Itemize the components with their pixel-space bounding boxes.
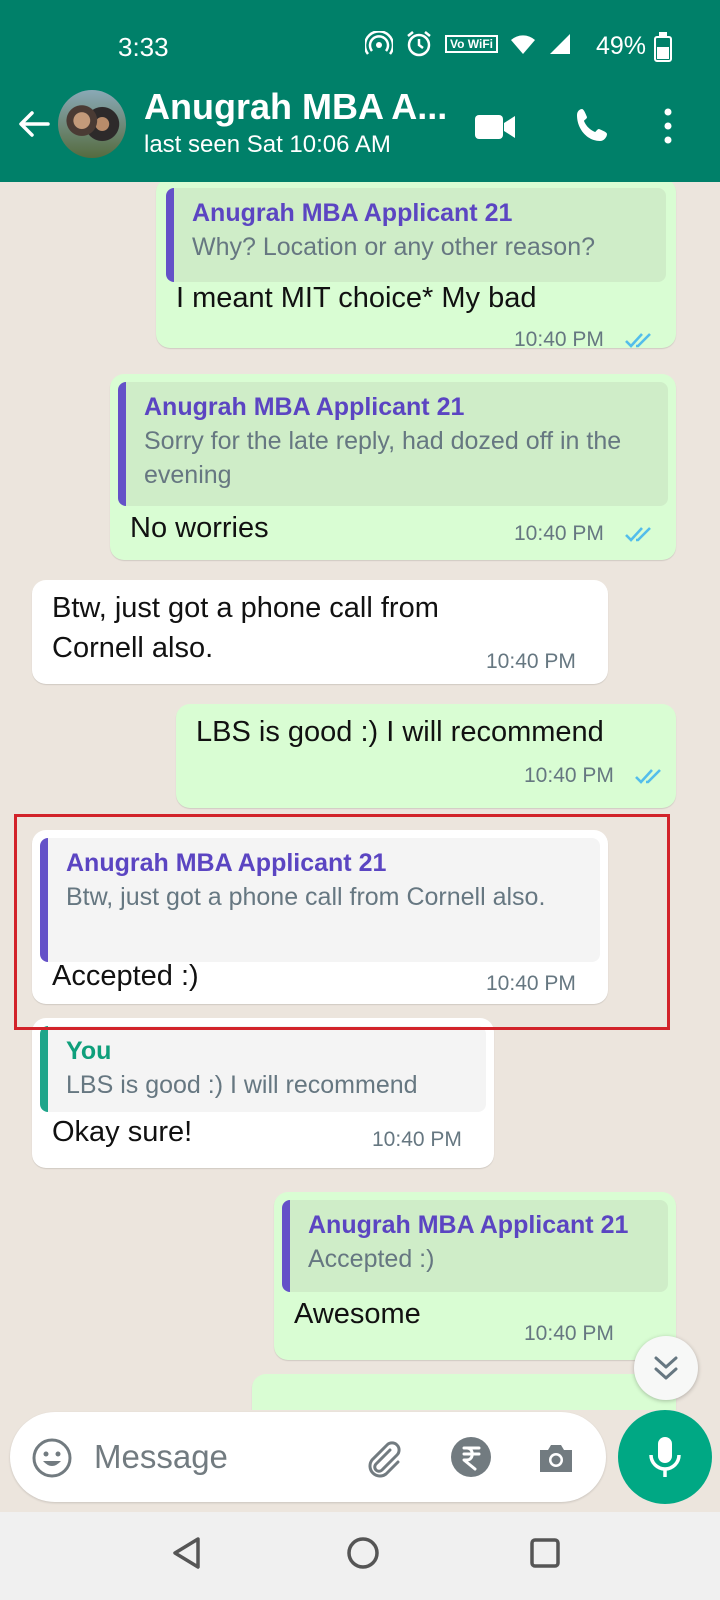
highlight-box: [14, 814, 670, 1030]
contact-name[interactable]: Anugrah MBA A...: [144, 86, 447, 128]
message-text: Btw, just got a phone call from Cornell …: [52, 592, 439, 664]
message-time: 10:40 PM: [486, 650, 576, 673]
nav-back-icon[interactable]: [170, 1536, 202, 1570]
double-tick-icon: [625, 527, 651, 542]
back-arrow-icon[interactable]: [14, 104, 54, 144]
attach-icon[interactable]: [360, 1436, 404, 1480]
message-text: I meant MIT choice* My bad: [176, 282, 537, 314]
message-bubble[interactable]: Anugrah MBA Applicant 21 Sorry for the l…: [110, 374, 676, 560]
contact-avatar[interactable]: [58, 90, 126, 158]
message-bubble[interactable]: LBS is good :) I will recommend 10:40 PM: [176, 704, 676, 808]
status-time: 3:33: [118, 32, 169, 62]
quote-text: Sorry for the late reply, had dozed off …: [144, 427, 622, 489]
message-time: 10:40 PM: [514, 328, 604, 351]
quote-text: Accepted :): [308, 1245, 435, 1273]
signal-icon: [550, 34, 570, 54]
alarm-icon: [407, 31, 431, 57]
message-composer: [10, 1412, 606, 1502]
message-time: 10:40 PM: [524, 1322, 614, 1345]
status-bar: 3:33 Vo WiFi 49%: [0, 28, 720, 68]
quote-author: Anugrah MBA Applicant 21: [144, 393, 465, 421]
system-nav-bar: [0, 1512, 720, 1600]
last-seen-status[interactable]: last seen Sat 10:06 AM: [144, 131, 391, 159]
quoted-message[interactable]: Anugrah MBA Applicant 21 Accepted :): [282, 1200, 668, 1292]
quoted-message[interactable]: Anugrah MBA Applicant 21 Sorry for the l…: [118, 382, 668, 506]
chat-area[interactable]: Anugrah MBA Applicant 21 Why? Location o…: [0, 182, 720, 1410]
message-bubble-partial[interactable]: [252, 1374, 676, 1410]
vowifi-icon: Vo WiFi: [445, 35, 498, 53]
chat-header: 3:33 Vo WiFi 49% Anugrah MBA A... last s…: [0, 0, 720, 182]
message-time: 10:40 PM: [514, 522, 604, 545]
video-call-icon[interactable]: [474, 112, 516, 142]
message-bubble[interactable]: You LBS is good :) I will recommend Okay…: [32, 1018, 494, 1168]
message-time: 10:40 PM: [524, 764, 614, 787]
camera-icon[interactable]: [534, 1436, 578, 1480]
hotspot-icon: [365, 31, 393, 55]
quoted-message[interactable]: Anugrah MBA Applicant 21 Why? Location o…: [166, 188, 666, 282]
mic-button[interactable]: [618, 1410, 712, 1504]
status-icons: Vo WiFi: [365, 30, 572, 58]
message-bubble[interactable]: Anugrah MBA Applicant 21 Why? Location o…: [156, 182, 676, 351]
scroll-down-icon: [654, 1356, 678, 1380]
rupee-icon[interactable]: [450, 1436, 492, 1478]
quote-author: Anugrah MBA Applicant 21: [192, 199, 513, 227]
nav-home-icon[interactable]: [346, 1536, 380, 1570]
quote-author: Anugrah MBA Applicant 21: [308, 1211, 629, 1239]
more-options-icon[interactable]: [660, 106, 676, 146]
message-text: No worries: [130, 512, 269, 544]
double-tick-icon: [625, 333, 651, 348]
nav-recents-icon[interactable]: [530, 1538, 560, 1568]
quote-text: Why? Location or any other reason?: [192, 233, 596, 261]
message-text: Okay sure!: [52, 1116, 193, 1148]
message-bubble[interactable]: Btw, just got a phone call from Cornell …: [32, 580, 608, 684]
message-text: LBS is good :) I will recommend: [196, 716, 604, 748]
mic-icon: [649, 1437, 681, 1477]
message-text: Awesome: [294, 1298, 421, 1330]
phone-icon[interactable]: [574, 106, 612, 144]
message-time: 10:40 PM: [372, 1128, 462, 1151]
quoted-message[interactable]: You LBS is good :) I will recommend: [40, 1026, 486, 1112]
battery-level: 49%: [596, 32, 647, 60]
message-input[interactable]: [94, 1432, 344, 1482]
scroll-down-button[interactable]: [634, 1336, 698, 1400]
wifi-icon: [511, 35, 535, 54]
quote-text: LBS is good :) I will recommend: [66, 1071, 418, 1099]
message-bubble[interactable]: Anugrah MBA Applicant 21 Accepted :) Awe…: [274, 1192, 676, 1360]
quote-author: You: [66, 1037, 112, 1065]
battery-icon: [654, 32, 672, 62]
emoji-icon[interactable]: [30, 1436, 74, 1480]
double-tick-icon: [635, 769, 661, 784]
